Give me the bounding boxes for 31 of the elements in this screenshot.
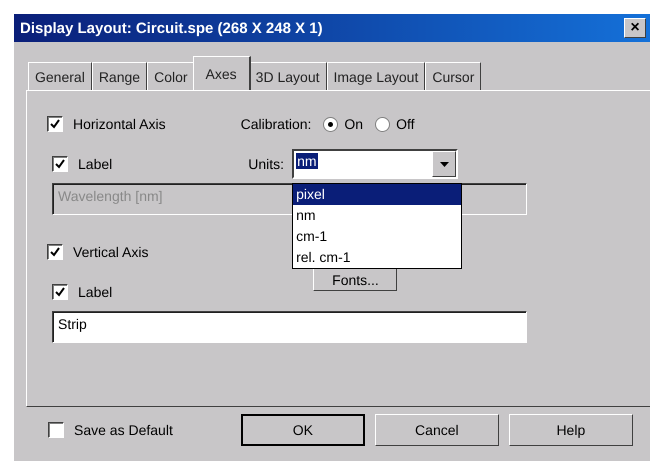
checkbox-label: Horizontal Axis <box>73 116 166 132</box>
label-field[interactable]: Strip <box>52 311 527 343</box>
dropdown-option[interactable]: pixel <box>293 184 462 205</box>
checkbox[interactable] <box>48 422 64 438</box>
radio-button[interactable] <box>323 116 338 132</box>
checkbox[interactable] <box>52 284 68 300</box>
radio-label: Off <box>396 116 415 132</box>
checkbox-label: Save as Default <box>74 422 173 438</box>
tab[interactable]: Axes <box>192 56 251 90</box>
calibration-label: Calibration: <box>240 116 312 132</box>
radio-button[interactable] <box>375 116 390 132</box>
window-title: Display Layout: Circuit.spe (268 X 248 X 1) <box>20 20 323 36</box>
checkbox[interactable] <box>47 116 63 132</box>
dialog-button[interactable]: OK <box>240 414 365 446</box>
radio-label: On <box>344 116 364 132</box>
checkbox[interactable] <box>47 244 63 260</box>
dialog-button[interactable]: Help <box>508 414 633 446</box>
tab[interactable]: 3D Layout <box>248 62 326 90</box>
units-label: Units: <box>248 156 284 172</box>
dialog-button[interactable]: Cancel <box>374 414 499 446</box>
tab[interactable]: Color <box>147 62 195 90</box>
tab[interactable]: Image Layout <box>326 62 426 90</box>
checkbox[interactable] <box>52 156 68 172</box>
checkbox-label: Vertical Axis <box>73 244 148 260</box>
close-button[interactable]: × <box>624 18 646 38</box>
tab[interactable]: General <box>28 62 92 90</box>
tab[interactable]: Range <box>92 62 148 90</box>
checkbox-label: Label <box>78 284 112 300</box>
tab[interactable]: Cursor <box>425 62 482 90</box>
dropdown-option[interactable]: cm-1 <box>293 226 462 247</box>
checkbox-label: Label <box>78 156 112 172</box>
